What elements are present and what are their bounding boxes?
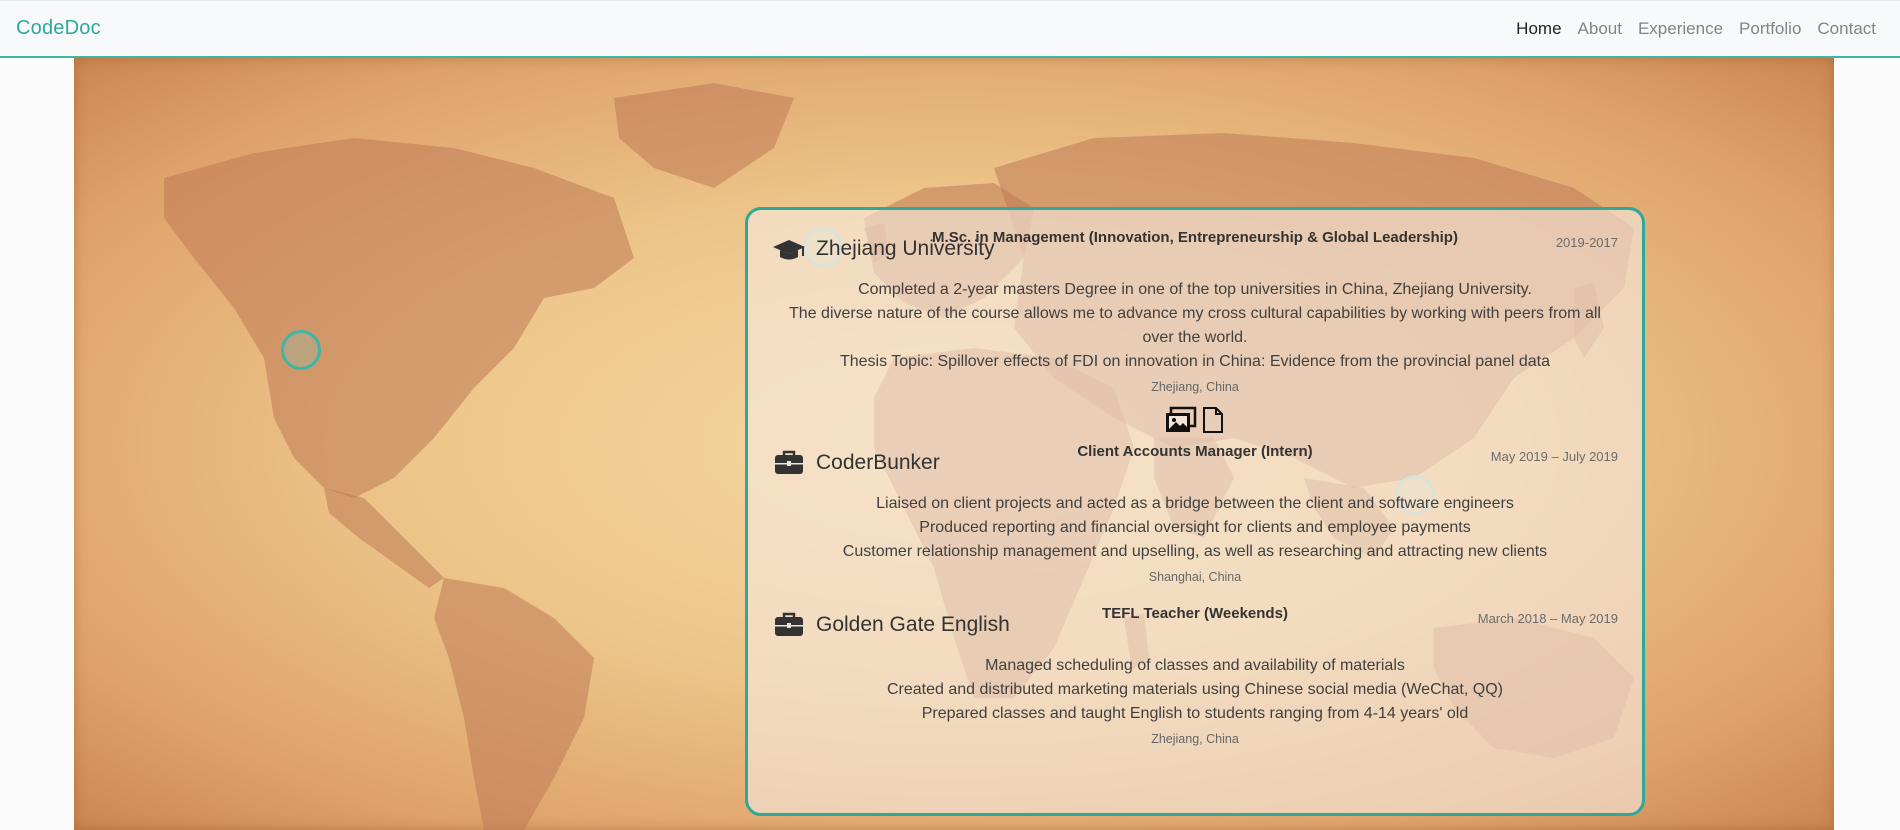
entry-links: [772, 406, 1618, 436]
briefcase-icon: [772, 612, 806, 638]
entry-line: Customer relationship management and ups…: [842, 543, 1548, 560]
entry-location: Zhejiang, China: [1151, 380, 1239, 394]
experience-entry: Golden Gate English TEFL Teacher (Weeken…: [772, 604, 1618, 746]
entry-date: May 2019 – July 2019: [1490, 449, 1618, 464]
entry-description: Managed scheduling of classes and availa…: [772, 654, 1618, 726]
nav-link-about[interactable]: About: [1570, 19, 1630, 39]
brand-logo[interactable]: CodeDoc: [16, 17, 101, 40]
entry-title: Golden Gate English: [816, 613, 1010, 636]
nav-link-contact[interactable]: Contact: [1809, 19, 1884, 39]
images-icon[interactable]: [1165, 406, 1197, 436]
entry-title: CoderBunker: [816, 451, 940, 474]
nav-link-experience[interactable]: Experience: [1630, 19, 1731, 39]
entry-line: Created and distributed marketing materi…: [887, 681, 1503, 698]
experience-card: Zhejiang University M.Sc. in Management …: [745, 207, 1645, 816]
entry-line: Liaised on client projects and acted as …: [876, 495, 1514, 512]
nav-link-home[interactable]: Home: [1508, 19, 1569, 39]
entry-line: Managed scheduling of classes and availa…: [985, 657, 1405, 674]
entry-location: Zhejiang, China: [1151, 732, 1239, 746]
entry-line: Completed a 2-year masters Degree in one…: [858, 281, 1532, 298]
entry-line: Prepared classes and taught English to s…: [921, 705, 1469, 722]
briefcase-icon: [772, 450, 806, 476]
file-icon[interactable]: [1201, 406, 1225, 436]
entry-location: Shanghai, China: [1148, 570, 1242, 584]
nav-link-portfolio[interactable]: Portfolio: [1731, 19, 1809, 39]
entry-date: March 2018 – May 2019: [1477, 611, 1618, 626]
entry-date: 2019-2017: [1555, 235, 1618, 250]
navbar: CodeDoc Home About Experience Portfolio …: [0, 0, 1900, 58]
graduation-cap-icon: [772, 236, 806, 262]
entry-line: Produced reporting and financial oversig…: [919, 519, 1471, 536]
entry-description: Completed a 2-year masters Degree in one…: [772, 278, 1618, 374]
experience-entry: CoderBunker Client Accounts Manager (Int…: [772, 442, 1618, 584]
entry-line: Thesis Topic: Spillover effects of FDI o…: [839, 353, 1550, 370]
nav-links: Home About Experience Portfolio Contact: [1508, 19, 1884, 39]
entry-description: Liaised on client projects and acted as …: [772, 492, 1618, 564]
map-pin-usa[interactable]: [281, 330, 321, 370]
entry-line: The diverse nature of the course allows …: [789, 305, 1601, 346]
entry-title: Zhejiang University: [816, 237, 995, 260]
experience-entry: Zhejiang University M.Sc. in Management …: [772, 228, 1618, 436]
